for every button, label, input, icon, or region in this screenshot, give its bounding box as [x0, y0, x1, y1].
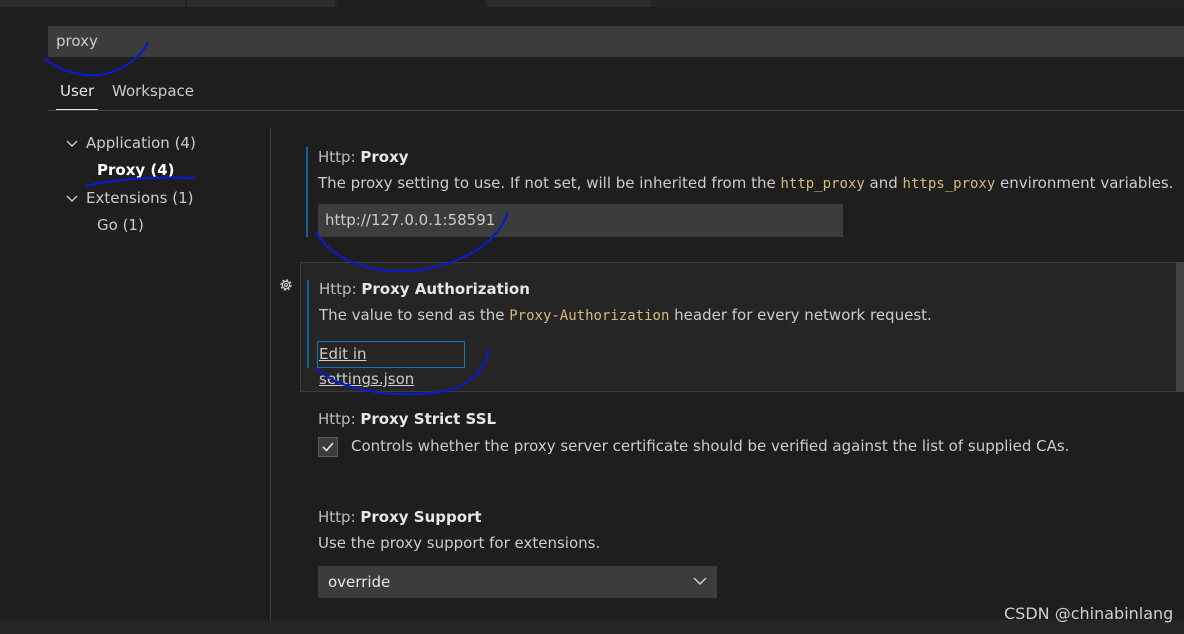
setting-title: Http: Proxy Strict SSL — [318, 410, 496, 428]
description-text: header for every network request. — [669, 306, 932, 324]
proxy-url-input[interactable]: http://127.0.0.1:58591 — [318, 204, 843, 237]
tab-user[interactable]: User — [55, 82, 99, 110]
description-text: and — [864, 174, 903, 192]
vertical-scrollbar[interactable] — [1176, 262, 1184, 392]
setting-category: Http: — [318, 508, 361, 526]
setting-description: Controls whether the proxy server certif… — [351, 437, 1070, 455]
setting-name: Proxy Support — [360, 508, 482, 526]
proxy-support-select[interactable]: override — [318, 566, 717, 598]
setting-http-proxy-support: Http: Proxy Support Use the proxy suppor… — [300, 505, 1184, 600]
editor-tab[interactable] — [187, 0, 335, 7]
setting-http-proxy-strict-ssl: Http: Proxy Strict SSL Controls whether … — [300, 405, 1184, 465]
search-query: proxy — [56, 32, 98, 50]
setting-http-proxy: Http: Proxy The proxy setting to use. If… — [300, 145, 1184, 240]
settings-toc: Application (4) Proxy (4) Extensions (1)… — [0, 128, 271, 620]
editor-tab-active[interactable] — [337, 0, 485, 7]
toc-label: Proxy (4) — [97, 161, 175, 179]
editor-tab[interactable] — [0, 0, 185, 7]
setting-name: Proxy Authorization — [361, 280, 530, 298]
description-text: The proxy setting to use. If not set, wi… — [318, 174, 781, 192]
setting-category: Http: — [319, 280, 362, 298]
editor-tab[interactable] — [487, 0, 650, 7]
edit-in-settings-json-link[interactable]: Edit in settings.json — [317, 341, 465, 388]
chevron-down-icon — [66, 134, 80, 152]
description-text: environment variables. — [995, 174, 1174, 192]
settings-search-input[interactable]: proxy — [48, 26, 1184, 57]
checkmark-icon — [322, 442, 334, 452]
modified-indicator — [306, 147, 308, 237]
setting-description: The value to send as the Proxy-Authoriza… — [319, 306, 932, 324]
toc-label: Extensions (1) — [86, 189, 194, 207]
select-value: override — [328, 573, 391, 591]
chevron-down-icon — [66, 189, 80, 207]
setting-category: Http: — [318, 410, 361, 428]
toc-item-extensions[interactable]: Extensions (1) — [66, 189, 193, 207]
proxy-url-value: http://127.0.0.1:58591 — [325, 211, 496, 229]
watermark: CSDN @chinabinlang — [1004, 604, 1174, 623]
gear-icon[interactable] — [278, 277, 294, 293]
editor-tab-strip — [0, 0, 1184, 7]
code-proxy-authorization: Proxy-Authorization — [509, 308, 670, 324]
toc-label: Go (1) — [97, 216, 144, 234]
code-http-proxy: http_proxy — [780, 176, 865, 192]
toc-item-go[interactable]: Go (1) — [97, 216, 144, 234]
toc-label: Application (4) — [86, 134, 196, 152]
settings-scope-tabs: User Workspace — [48, 76, 1184, 111]
modified-indicator — [307, 280, 309, 368]
code-https-proxy: https_proxy — [902, 176, 996, 192]
setting-category: Http: — [318, 148, 361, 166]
setting-name: Proxy — [360, 148, 409, 166]
description-text: The value to send as the — [319, 306, 510, 324]
setting-title: Http: Proxy — [318, 148, 409, 166]
setting-description: The proxy setting to use. If not set, wi… — [318, 174, 1173, 192]
tab-workspace[interactable]: Workspace — [112, 82, 194, 100]
toc-item-proxy[interactable]: Proxy (4) — [97, 161, 175, 179]
setting-title: Http: Proxy Authorization — [319, 280, 530, 298]
setting-name: Proxy Strict SSL — [360, 410, 497, 428]
toc-item-application[interactable]: Application (4) — [66, 134, 196, 152]
strict-ssl-checkbox[interactable] — [318, 437, 338, 457]
setting-http-proxy-authorization: Http: Proxy Authorization The value to s… — [280, 262, 1184, 392]
setting-description: Use the proxy support for extensions. — [318, 534, 601, 552]
chevron-down-icon — [693, 577, 707, 586]
setting-title: Http: Proxy Support — [318, 508, 482, 526]
